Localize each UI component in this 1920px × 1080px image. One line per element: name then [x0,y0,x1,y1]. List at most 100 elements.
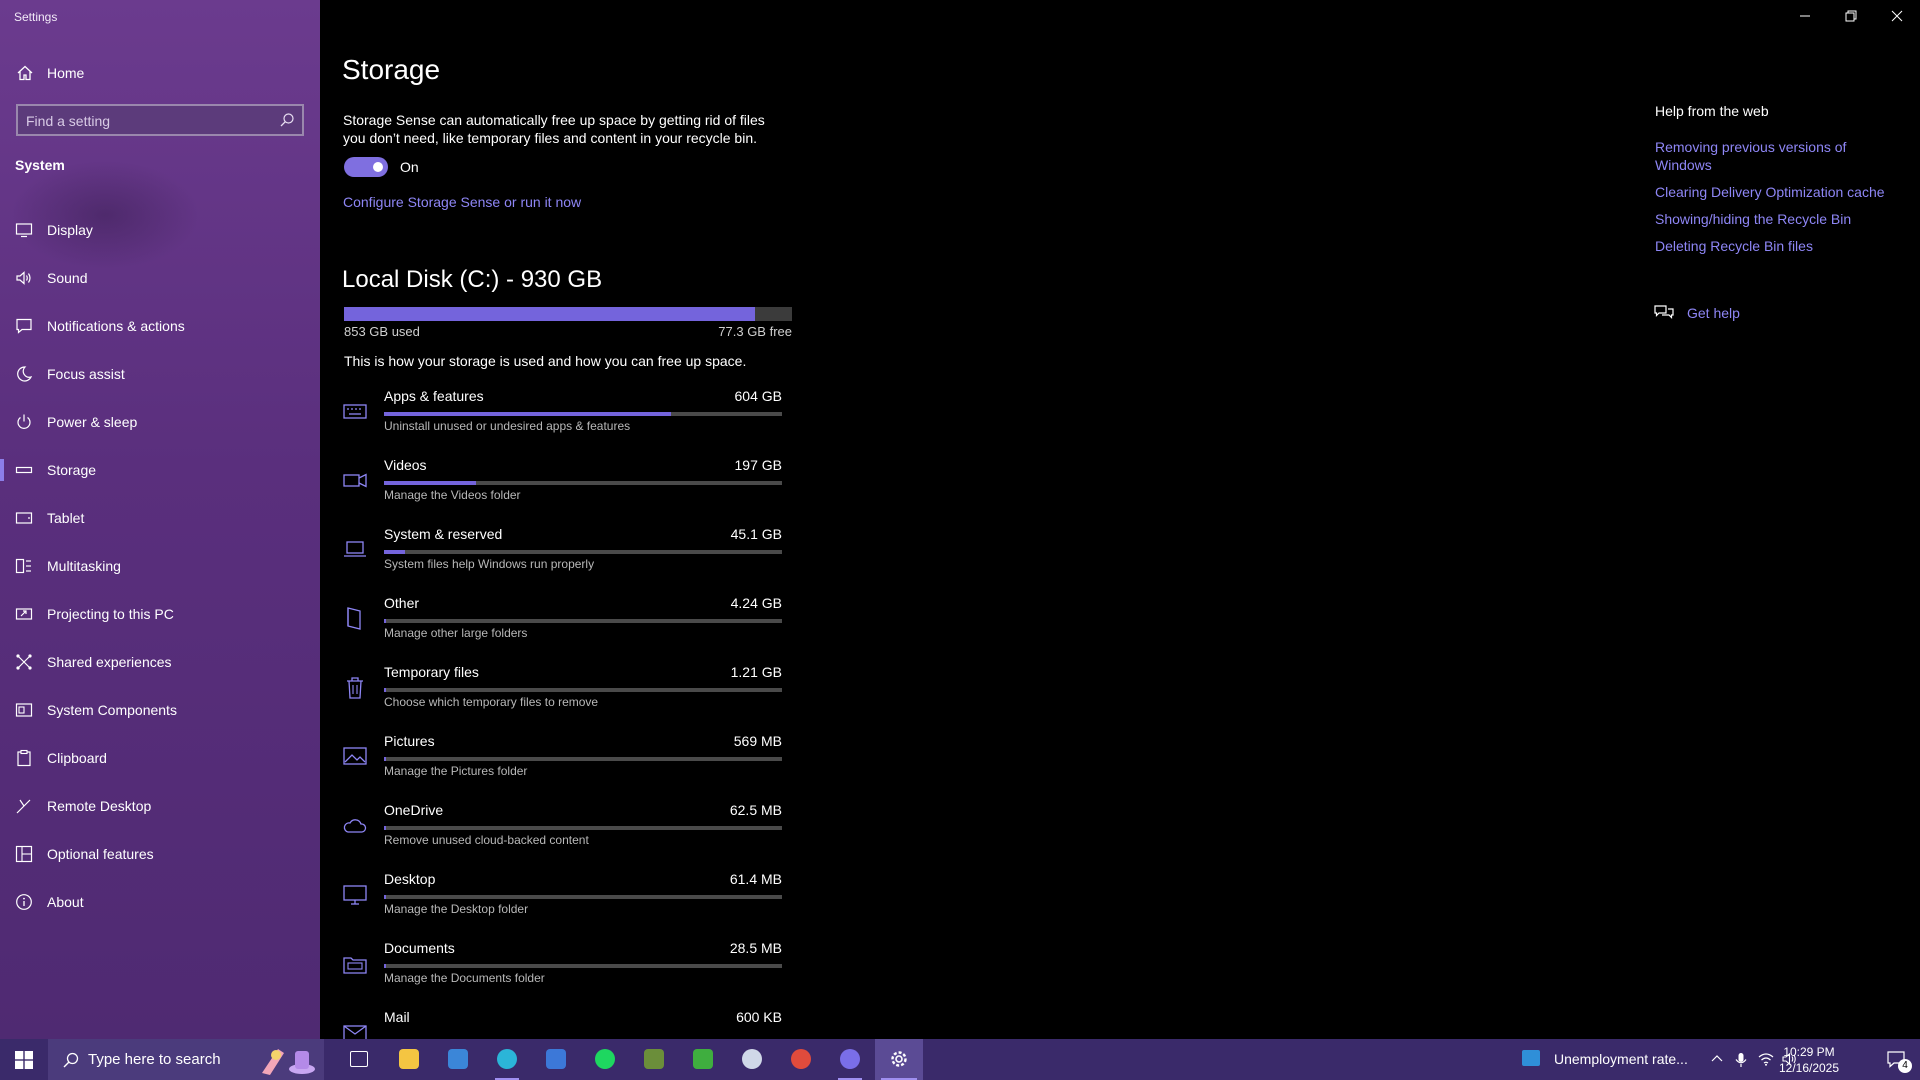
taskbar-app-minecraft[interactable] [630,1039,678,1080]
category-usage-bar [384,757,782,761]
category-name: Documents [384,940,455,956]
clock-time: 10:29 PM [1783,1045,1835,1059]
category-usage-bar [384,619,782,623]
storage-category-onedrive[interactable]: OneDrive 62.5 MB Remove unused cloud-backe… [342,802,782,862]
taskbar-clock[interactable]: 10:29 PM 12/16/2025 [1776,1044,1842,1076]
storage-category-temporary-files[interactable]: Temporary files 1.21 GB Choose which tempo… [342,664,782,724]
category-usage-fill [384,550,406,554]
remote-desktop-icon [16,799,31,814]
sidebar-item-sound[interactable]: Sound [0,254,320,302]
help-title: Help from the web [1655,103,1769,119]
windows-logo-icon [15,1051,33,1069]
taskbar-app-spotify[interactable] [581,1039,629,1080]
find-setting-box[interactable] [16,104,304,136]
taskbar-app-file-explorer[interactable] [385,1039,433,1080]
taskbar-app-edge[interactable] [483,1039,531,1080]
app-title: Settings [14,10,58,24]
sidebar-item-shared-experiences[interactable]: Shared experiences [0,638,320,686]
storage-category-system-reserved[interactable]: System & reserved 45.1 GB System files hel… [342,526,782,586]
help-links: Removing previous versions of Windows Cl… [1655,138,1895,264]
taskbar-app-photos[interactable] [532,1039,580,1080]
storage-category-documents[interactable]: Documents 28.5 MB Manage the Documents fol… [342,940,782,1000]
category-name: System & reserved [384,526,503,542]
category-name: Mail [384,1009,410,1025]
action-center-button[interactable]: 4 [1874,1039,1920,1080]
microphone-button[interactable] [1730,1039,1754,1080]
sidebar-item-about[interactable]: About [0,878,320,926]
search-highlight-illustration-icon [262,1049,315,1075]
taskbar-search-box[interactable]: Type here to search [48,1039,324,1080]
taskbar-app-microsoft-store[interactable] [434,1039,482,1080]
edge-icon [497,1049,517,1069]
system-components-icon [15,703,33,717]
restore-button[interactable] [1828,0,1874,32]
minimize-button[interactable] [1782,0,1828,32]
taskbar-app-chrome[interactable] [777,1039,825,1080]
sidebar-item-label: System Components [47,702,177,718]
notifications-icon [16,318,32,334]
storage-category-pictures[interactable]: Pictures 569 MB Manage the Pictures folder [342,733,782,793]
tablet-icon [15,512,33,524]
category-usage-bar [384,412,782,416]
moon-icon [17,366,33,382]
sidebar-item-clipboard[interactable]: Clipboard [0,734,320,782]
sidebar-item-display[interactable]: Display [0,206,320,254]
show-hidden-icons-button[interactable] [1706,1039,1730,1080]
home-nav-item[interactable]: Home [0,56,320,90]
help-link[interactable]: Showing/hiding the Recycle Bin [1655,210,1895,228]
category-size: 600 KB [736,1009,782,1025]
photos-icon [546,1049,566,1069]
laptop-icon [344,541,366,557]
sidebar-item-system-components[interactable]: System Components [0,686,320,734]
category-usage-fill [384,964,387,968]
sidebar-item-storage[interactable]: Storage [0,446,320,494]
category-description: System files help Windows run properly [384,557,595,571]
storage-category-other[interactable]: Other 4.24 GB Manage other large folders [342,595,782,655]
close-button[interactable] [1874,0,1920,32]
category-usage-bar [384,826,782,830]
sidebar-item-label: Storage [47,462,97,478]
storage-sense-toggle[interactable] [344,157,388,177]
sidebar-item-multitasking[interactable]: Multitasking [0,542,320,590]
category-usage-fill [384,895,387,899]
taskbar-app-discord[interactable] [826,1039,874,1080]
find-setting-input[interactable] [26,111,276,131]
configure-storage-sense-link[interactable]: Configure Storage Sense or run it now [343,194,581,210]
disk-usage-fill [344,307,755,321]
sidebar-item-optional-features[interactable]: Optional features [0,830,320,878]
news-widget[interactable]: Unemployment rate... [1518,1039,1698,1080]
sidebar-item-power-sleep[interactable]: Power & sleep [0,398,320,446]
help-link[interactable]: Clearing Delivery Optimization cache [1655,183,1895,201]
storage-category-videos[interactable]: Videos 197 GB Manage the Videos folder [342,457,782,517]
help-link[interactable]: Deleting Recycle Bin files [1655,237,1895,255]
sidebar-item-label: Sound [47,270,88,286]
start-button[interactable] [0,1039,48,1080]
category-usage-fill [384,826,387,830]
settings-icon [889,1049,909,1069]
chat-help-icon [1654,305,1674,319]
taskbar-app-task-view[interactable] [336,1039,384,1080]
network-button[interactable] [1754,1039,1778,1080]
taskbar-app-steam[interactable] [728,1039,776,1080]
sidebar-item-label: Remote Desktop [47,798,152,814]
taskbar-app-minecraft-launcher[interactable] [679,1039,727,1080]
search-icon[interactable] [278,111,296,129]
documents-icon [343,957,367,974]
projecting-icon [15,608,33,620]
category-usage-fill [384,757,387,761]
optional-features-icon [15,845,33,863]
category-size: 197 GB [734,457,782,473]
sidebar-item-notifications[interactable]: Notifications & actions [0,302,320,350]
taskbar-app-settings[interactable] [875,1039,923,1080]
help-link[interactable]: Removing previous versions of Windows [1655,138,1895,174]
storage-category-desktop[interactable]: Desktop 61.4 MB Manage the Desktop folder [342,871,782,931]
page-title: Storage [342,54,441,85]
disk-used-label: 853 GB used [344,324,420,339]
sidebar-item-projecting[interactable]: Projecting to this PC [0,590,320,638]
storage-category-apps-features[interactable]: Apps & features 604 GB Uninstall unused or… [342,388,782,448]
sidebar-item-remote-desktop[interactable]: Remote Desktop [0,782,320,830]
picture-icon [343,747,367,765]
sidebar-item-focus-assist[interactable]: Focus assist [0,350,320,398]
category-size: 61.4 MB [729,871,782,887]
sidebar-item-tablet[interactable]: Tablet [0,494,320,542]
